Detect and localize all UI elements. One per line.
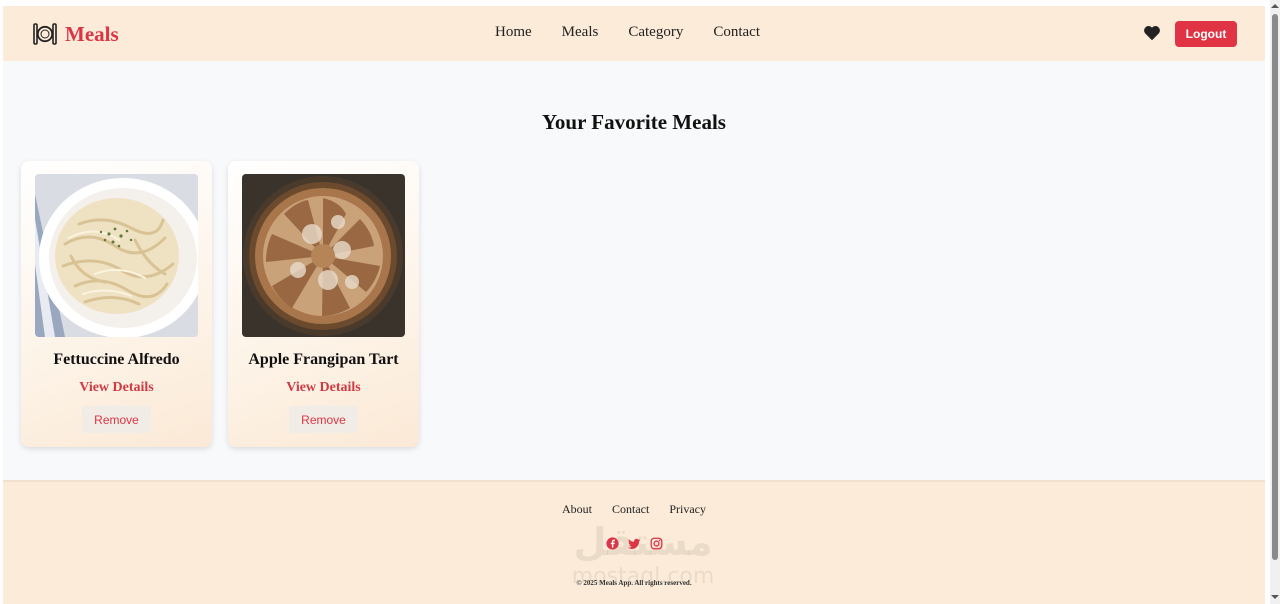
footer: About Contact Privacy مستقل mostaql.com … [3, 480, 1265, 604]
remove-button[interactable]: Remove [289, 406, 358, 433]
scroll-down-arrow-icon[interactable] [1270, 594, 1280, 600]
navbar: Meals Home Meals Category Contact Logout [3, 6, 1265, 61]
main-nav: Home Meals Category Contact [495, 24, 760, 41]
brand-name: Meals [65, 21, 119, 46]
brand-logo[interactable]: Meals [33, 21, 119, 47]
view-details-link[interactable]: View Details [228, 380, 419, 396]
nav-category[interactable]: Category [628, 24, 683, 41]
nav-home[interactable]: Home [495, 24, 532, 41]
scroll-up-arrow-icon[interactable] [1270, 3, 1280, 9]
nav-contact[interactable]: Contact [713, 24, 760, 41]
scrollbar-thumb[interactable] [1272, 14, 1278, 560]
vertical-scrollbar[interactable] [1270, 0, 1280, 604]
page-title: Your Favorite Meals [542, 110, 726, 134]
meal-image-apple-tart[interactable] [242, 174, 405, 337]
nav-meals[interactable]: Meals [562, 24, 599, 41]
meal-image-fettuccine[interactable] [35, 174, 198, 337]
footer-link-privacy[interactable]: Privacy [669, 502, 706, 517]
footer-links: About Contact Privacy [3, 502, 1265, 517]
meal-title: Apple Frangipan Tart [248, 351, 399, 368]
meal-card: Apple Frangipan Tart View Details Remove [228, 161, 419, 447]
plate-cutlery-icon [33, 23, 57, 45]
meal-title: Fettuccine Alfredo [53, 351, 180, 368]
facebook-icon[interactable] [605, 537, 619, 550]
logout-button[interactable]: Logout [1175, 21, 1237, 47]
footer-link-about[interactable]: About [562, 502, 592, 517]
copyright-text: © 2025 Meals App. All rights reserved. [576, 579, 692, 587]
remove-button[interactable]: Remove [82, 406, 151, 433]
instagram-icon[interactable] [650, 537, 663, 550]
page: Meals Home Meals Category Contact Logout… [3, 6, 1265, 604]
meal-card: Fettuccine Alfredo View Details Remove [21, 161, 212, 447]
twitter-icon[interactable] [627, 537, 641, 550]
footer-link-contact[interactable]: Contact [612, 502, 649, 517]
social-links [3, 537, 1265, 550]
heart-icon[interactable] [1143, 25, 1161, 41]
view-details-link[interactable]: View Details [21, 380, 212, 396]
